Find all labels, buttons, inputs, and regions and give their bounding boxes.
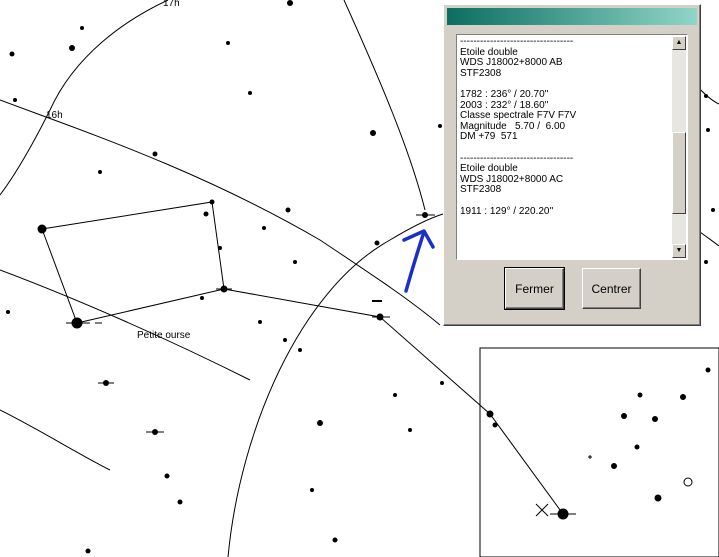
star[interactable] <box>37 224 47 234</box>
star[interactable] <box>440 381 444 385</box>
ra-line-left <box>0 269 251 381</box>
star[interactable] <box>80 26 84 30</box>
star-info-text: ---------------------------------- Etoile… <box>459 37 671 257</box>
finder-field-frame <box>479 347 719 557</box>
star[interactable] <box>408 428 412 432</box>
info-line: STF2308 <box>460 67 502 79</box>
star[interactable] <box>6 310 10 314</box>
star[interactable] <box>69 45 75 51</box>
ra-line-right-2 <box>699 231 719 247</box>
arrow-down-icon[interactable]: ▼ <box>672 244 686 258</box>
star[interactable] <box>177 499 183 505</box>
close-button[interactable]: Fermer <box>504 267 565 310</box>
star[interactable] <box>209 199 215 205</box>
star[interactable] <box>13 98 17 102</box>
info-line: DM +79 571 <box>460 131 518 143</box>
ra-line-18h <box>343 0 426 211</box>
info-scrollbar[interactable]: ▲ ▼ <box>672 36 686 258</box>
star[interactable] <box>152 151 158 157</box>
star[interactable] <box>293 260 297 264</box>
arrow-up-icon[interactable]: ▲ <box>672 36 686 50</box>
center-button[interactable]: Centrer <box>582 268 641 309</box>
star[interactable] <box>634 444 640 450</box>
star-info-dialog: ---------------------------------- Etoile… <box>443 4 701 326</box>
star[interactable] <box>226 41 230 45</box>
star[interactable] <box>370 130 376 136</box>
star[interactable] <box>705 367 711 373</box>
star[interactable] <box>711 208 715 212</box>
info-line: 1911 : 129° / 220.20'' <box>460 205 554 217</box>
ra-label-17h: 17h <box>163 0 180 9</box>
star[interactable] <box>317 420 323 426</box>
star[interactable] <box>203 211 209 217</box>
star[interactable] <box>621 413 627 419</box>
scroll-thumb[interactable] <box>672 132 686 214</box>
star-open[interactable] <box>683 477 693 487</box>
star[interactable] <box>9 51 15 57</box>
star[interactable] <box>706 128 710 132</box>
star[interactable] <box>283 338 287 342</box>
star[interactable] <box>285 207 291 213</box>
star[interactable] <box>332 537 338 543</box>
info-line <box>460 143 671 154</box>
star[interactable] <box>654 494 662 502</box>
info-line: STF2308 <box>460 184 502 196</box>
pointer-arrow <box>402 229 435 293</box>
info-line: ---------------------------------- <box>460 37 574 47</box>
star[interactable] <box>258 320 262 324</box>
star[interactable] <box>492 422 498 428</box>
star[interactable] <box>200 296 204 300</box>
star-info-textbox[interactable]: ---------------------------------- Etoile… <box>456 34 688 260</box>
star[interactable] <box>164 473 170 479</box>
star[interactable] <box>310 488 314 492</box>
star[interactable] <box>262 226 266 230</box>
info-line: 1782 : 236° / 20.70'' <box>460 88 549 100</box>
ra-line-bottom <box>0 409 111 471</box>
star[interactable] <box>486 410 494 418</box>
star[interactable] <box>652 416 658 422</box>
star[interactable] <box>637 392 643 398</box>
star[interactable] <box>680 394 686 400</box>
constellation-name: Petite ourse <box>137 330 191 341</box>
star[interactable] <box>98 170 102 174</box>
star[interactable] <box>218 246 222 250</box>
ra-line-17h <box>0 0 169 196</box>
star[interactable] <box>704 94 708 98</box>
little-dipper-bowl <box>41 201 225 324</box>
star[interactable] <box>298 348 302 352</box>
dec-arc <box>227 213 444 557</box>
star[interactable] <box>393 393 397 397</box>
star[interactable] <box>374 240 380 246</box>
dialog-titlebar[interactable] <box>447 8 697 25</box>
star[interactable] <box>611 463 617 469</box>
ra-label-16h: 16h <box>46 110 63 121</box>
star[interactable] <box>438 124 442 128</box>
info-line <box>460 196 671 207</box>
star[interactable] <box>248 91 252 95</box>
star[interactable] <box>704 260 708 264</box>
star[interactable] <box>287 0 293 6</box>
star[interactable] <box>85 548 91 554</box>
